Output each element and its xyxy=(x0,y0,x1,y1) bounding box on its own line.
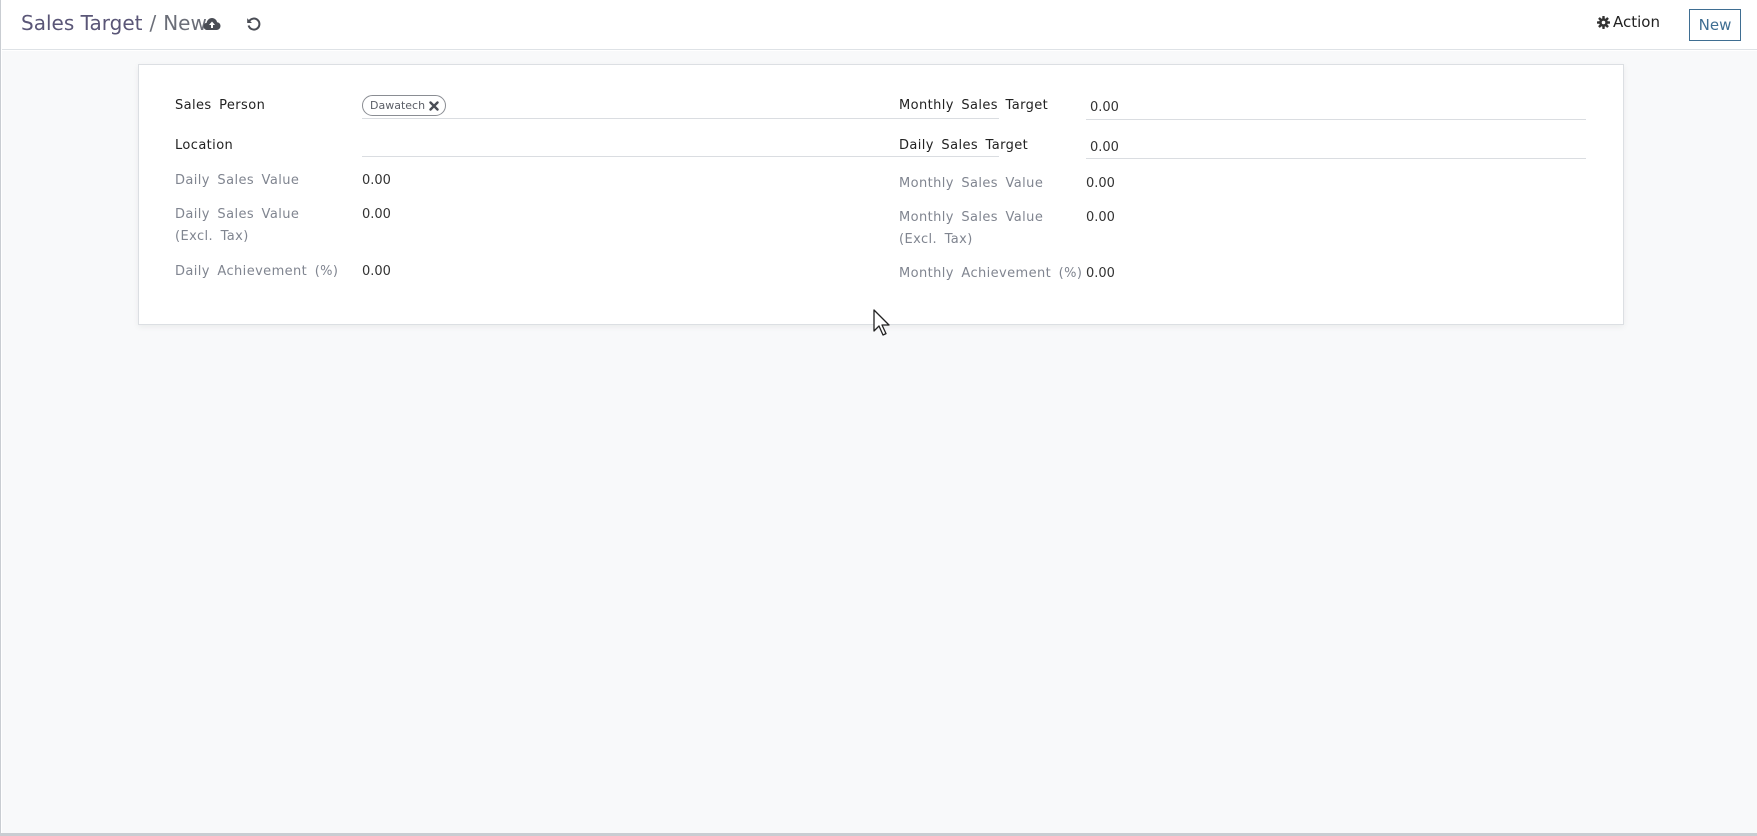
daily-achievement: 0.00 xyxy=(362,264,391,279)
app-window: Sales Target / New Action New Sales Pers… xyxy=(0,0,1757,836)
breadcrumb: Sales Target / New xyxy=(21,11,207,35)
remove-tag-icon[interactable] xyxy=(429,100,439,111)
control-panel: Sales Target / New Action New xyxy=(2,0,1757,50)
monthly-sales-target-label: Monthly Sales Target xyxy=(899,98,1049,113)
sales-person-label: Sales Person xyxy=(175,98,266,113)
daily-sales-value-label: Daily Sales Value xyxy=(175,173,300,188)
monthly-sales-value-excl-label: Monthly Sales Value (Excl. Tax) xyxy=(899,210,1044,247)
monthly-sales-target-input[interactable] xyxy=(1086,119,1586,120)
new-button[interactable]: New xyxy=(1689,9,1741,41)
daily-sales-target-label: Daily Sales Target xyxy=(899,138,1029,153)
breadcrumb-separator: / xyxy=(149,11,157,35)
daily-sales-value-excl-label: Daily Sales Value (Excl. Tax) xyxy=(175,207,300,244)
breadcrumb-parent[interactable]: Sales Target xyxy=(21,11,142,35)
monthly-sales-target-value: 0.00 xyxy=(1090,100,1119,115)
sales-person-tag-label: Dawatech xyxy=(370,99,426,112)
undo-icon xyxy=(247,17,261,31)
monthly-sales-value-excl: 0.00 xyxy=(1086,210,1115,225)
action-menu-button[interactable]: Action xyxy=(1597,13,1660,31)
form-view: Sales Person Dawatech Location Daily Sal… xyxy=(2,51,1757,833)
location-label: Location xyxy=(175,138,234,153)
monthly-achievement: 0.00 xyxy=(1086,266,1115,281)
daily-sales-value-excl: 0.00 xyxy=(362,207,391,222)
cloud-upload-icon xyxy=(203,18,221,30)
action-label: Action xyxy=(1613,13,1660,31)
form-sheet: Sales Person Dawatech Location Daily Sal… xyxy=(138,64,1624,325)
monthly-sales-value-label: Monthly Sales Value xyxy=(899,176,1044,191)
daily-achievement-label: Daily Achievement (%) xyxy=(175,264,339,279)
monthly-sales-value: 0.00 xyxy=(1086,176,1115,191)
daily-sales-value: 0.00 xyxy=(362,173,391,188)
save-button[interactable] xyxy=(201,13,223,35)
daily-sales-target-value: 0.00 xyxy=(1090,140,1119,155)
sales-person-input[interactable] xyxy=(362,118,999,119)
monthly-achievement-label: Monthly Achievement (%) xyxy=(899,266,1083,281)
sales-person-tag: Dawatech xyxy=(362,95,447,116)
discard-button[interactable] xyxy=(243,13,265,35)
gear-icon xyxy=(1597,15,1610,29)
daily-sales-target-input[interactable] xyxy=(1086,158,1586,159)
